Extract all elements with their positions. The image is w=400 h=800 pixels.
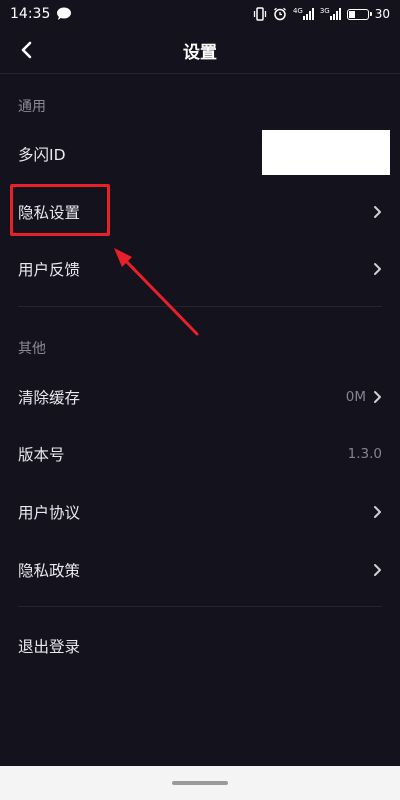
row-label: 多闪ID bbox=[18, 146, 66, 164]
row-right bbox=[372, 505, 382, 519]
section-label-general: 通用 bbox=[18, 99, 46, 115]
logout-label: 退出登录 bbox=[18, 638, 81, 656]
row-clear-cache[interactable]: 清除缓存 0M bbox=[0, 369, 400, 425]
row-right bbox=[372, 205, 382, 219]
network-label-2: 3G bbox=[319, 7, 330, 15]
row-privacy-policy[interactable]: 隐私政策 bbox=[0, 542, 400, 598]
chevron-right-icon bbox=[374, 564, 381, 576]
status-left: 14:35 bbox=[10, 6, 72, 22]
chevron-right-icon bbox=[374, 206, 381, 218]
row-label: 用户反馈 bbox=[18, 261, 81, 279]
home-indicator[interactable] bbox=[172, 781, 228, 785]
row-label: 隐私政策 bbox=[18, 562, 81, 580]
network-label-1: 4G bbox=[292, 7, 303, 15]
row-user-feedback[interactable]: 用户反馈 bbox=[0, 241, 400, 297]
message-icon bbox=[57, 7, 72, 20]
battery-fill bbox=[348, 10, 355, 18]
row-user-agreement[interactable]: 用户协议 bbox=[0, 484, 400, 540]
row-right bbox=[372, 563, 382, 577]
back-button[interactable] bbox=[12, 36, 40, 64]
alarm-icon bbox=[274, 7, 286, 21]
chevron-right-icon bbox=[374, 506, 381, 518]
signal-2: 3G bbox=[320, 8, 341, 20]
version-number: 1.3.0 bbox=[347, 446, 382, 462]
row-version: 版本号 1.3.0 bbox=[0, 426, 400, 482]
status-time: 14:35 bbox=[10, 6, 51, 22]
row-right: 0M bbox=[346, 389, 382, 405]
battery-icon bbox=[346, 8, 372, 20]
chevron-right-icon bbox=[374, 391, 381, 403]
header: 设置 bbox=[0, 28, 400, 72]
section-divider bbox=[18, 606, 382, 607]
section-divider bbox=[18, 306, 382, 307]
chevron-left-icon bbox=[21, 41, 32, 59]
annotation-highlight-box bbox=[10, 184, 110, 236]
section-label-other: 其他 bbox=[18, 341, 46, 357]
system-nav-bar bbox=[0, 766, 400, 800]
row-right: 1.3.0 bbox=[348, 446, 382, 462]
row-label: 版本号 bbox=[18, 446, 65, 464]
signal-bars-icon bbox=[329, 8, 341, 20]
row-right bbox=[372, 262, 382, 276]
status-bar: 14:35 4G 3G 30 bbox=[0, 0, 400, 28]
signal-bars-icon bbox=[302, 8, 314, 20]
cache-size: 0M bbox=[345, 389, 366, 405]
row-label: 清除缓存 bbox=[18, 389, 81, 407]
page-title: 设置 bbox=[183, 42, 217, 63]
status-right: 4G 3G 30 bbox=[253, 7, 390, 21]
signal-1: 4G bbox=[293, 8, 314, 20]
vibrate-icon bbox=[253, 7, 267, 21]
row-label: 用户协议 bbox=[18, 504, 81, 522]
header-divider bbox=[0, 73, 400, 74]
chevron-right-icon bbox=[374, 263, 381, 275]
id-value-redacted bbox=[262, 130, 390, 175]
settings-screen: 14:35 4G 3G 30 设置 通用 多闪ID 隐私设置 用户反馈 其他 清… bbox=[0, 0, 400, 800]
battery-level: 30 bbox=[374, 7, 390, 21]
logout-button[interactable]: 退出登录 bbox=[0, 618, 400, 674]
